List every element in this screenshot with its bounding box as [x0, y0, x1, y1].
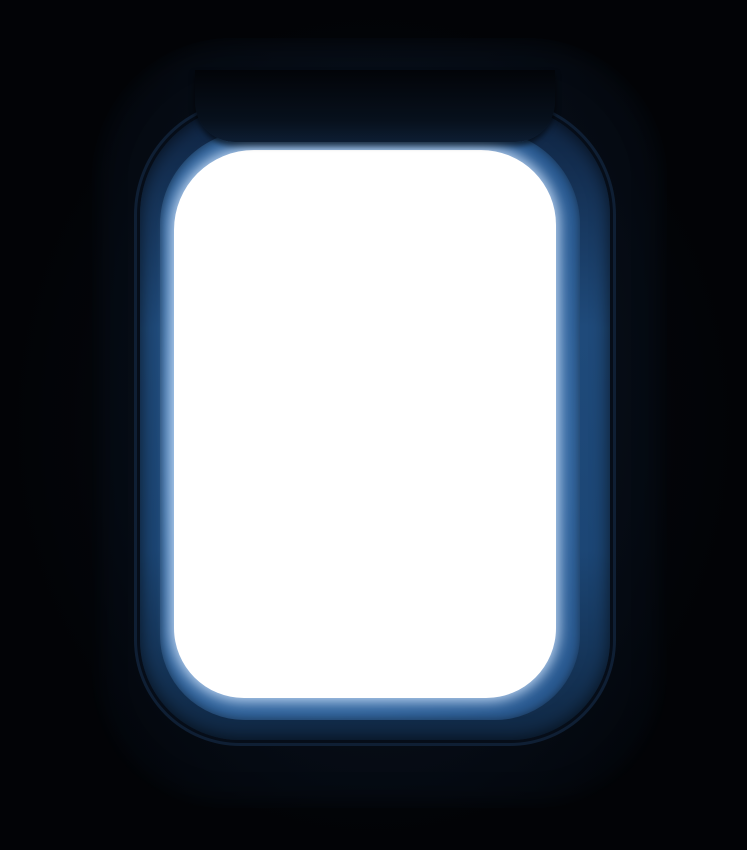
cabin-wall: [0, 0, 747, 850]
window-shade: [195, 70, 555, 142]
window-pane: [174, 150, 556, 698]
